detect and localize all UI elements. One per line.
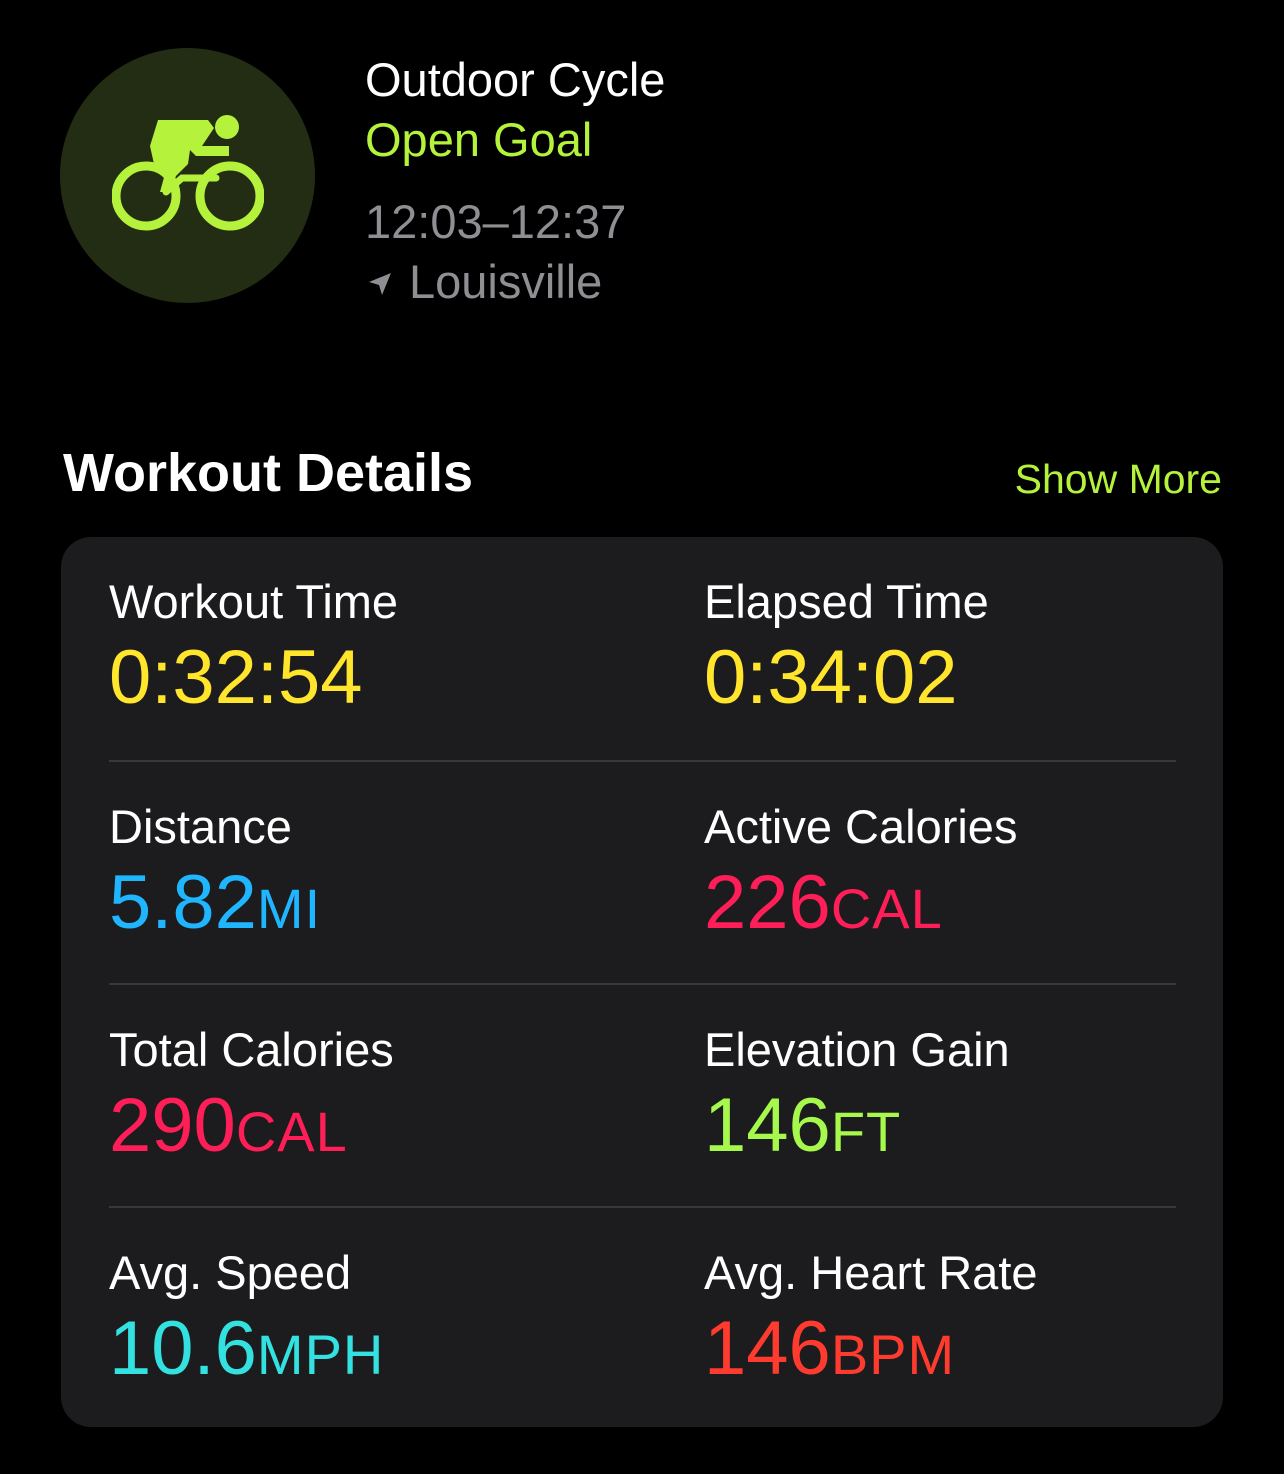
metric-value: 146FT	[704, 1081, 1010, 1177]
metric-label: Workout Time	[109, 575, 399, 628]
activity-badge	[60, 48, 315, 303]
location-row: Louisville	[365, 252, 665, 312]
metric-number: 10.6	[109, 1306, 257, 1391]
metric-number: 5.82	[109, 860, 257, 945]
metric-label: Avg. Heart Rate	[704, 1246, 1038, 1299]
metric-avg-heart-rate: Avg. Heart Rate 146BPM	[704, 1244, 1038, 1400]
metric-number: 226	[704, 860, 831, 945]
location-label: Louisville	[409, 255, 603, 308]
metric-number: 146	[704, 1083, 831, 1168]
metric-value: 5.82MI	[109, 858, 321, 954]
bicycle-rider-icon	[112, 115, 264, 231]
metric-label: Active Calories	[704, 800, 1018, 853]
metric-value: 226CAL	[704, 858, 1017, 954]
metric-label: Total Calories	[109, 1023, 394, 1076]
workout-summary: Outdoor Cycle Open Goal 12:03–12:37 Loui…	[365, 50, 665, 312]
goal-label: Open Goal	[365, 113, 593, 166]
metric-total-calories: Total Calories 290CAL	[109, 1021, 394, 1177]
metric-unit: BPM	[830, 1323, 956, 1386]
metric-elevation-gain: Elevation Gain 146FT	[704, 1021, 1010, 1177]
time-range: 12:03–12:37	[365, 195, 627, 248]
metric-value: 290CAL	[109, 1081, 394, 1177]
workout-name: Outdoor Cycle	[365, 53, 666, 106]
metric-workout-time: Workout Time 0:32:54	[109, 573, 398, 723]
workout-details-card: Workout Time 0:32:54 Elapsed Time 0:34:0…	[61, 537, 1223, 1427]
section-title: Workout Details	[63, 443, 474, 503]
workout-header: Outdoor Cycle Open Goal 12:03–12:37 Loui…	[0, 0, 1284, 360]
metric-elapsed-time: Elapsed Time 0:34:02	[704, 573, 989, 723]
metric-number: 0:34:02	[704, 635, 958, 720]
metric-unit: MI	[256, 877, 322, 940]
metric-row: Workout Time 0:32:54 Elapsed Time 0:34:0…	[109, 537, 1176, 759]
metric-unit: FT	[830, 1100, 902, 1163]
metric-number: 290	[109, 1083, 236, 1168]
metric-active-calories: Active Calories 226CAL	[704, 798, 1017, 954]
metric-row: Total Calories 290CAL Elevation Gain 146…	[109, 983, 1176, 1207]
metric-label: Avg. Speed	[109, 1246, 352, 1299]
metric-label: Elevation Gain	[704, 1023, 1010, 1076]
metric-number: 0:32:54	[109, 635, 363, 720]
metric-row: Avg. Speed 10.6MPH Avg. Heart Rate 146BP…	[109, 1206, 1176, 1430]
metric-unit: MPH	[256, 1323, 385, 1386]
metric-label: Distance	[109, 800, 292, 853]
metric-value: 146BPM	[704, 1304, 1038, 1400]
metric-unit: CAL	[235, 1100, 348, 1163]
metric-unit: CAL	[830, 877, 943, 940]
metric-number: 146	[704, 1306, 831, 1391]
location-arrow-icon	[369, 273, 391, 295]
metric-distance: Distance 5.82MI	[109, 798, 321, 954]
metric-avg-speed: Avg. Speed 10.6MPH	[109, 1244, 384, 1400]
show-more-button[interactable]: Show More	[1015, 452, 1222, 506]
metric-row: Distance 5.82MI Active Calories 226CAL	[109, 760, 1176, 984]
metric-value: 0:34:02	[704, 633, 989, 723]
metric-label: Elapsed Time	[704, 575, 989, 628]
metric-value: 10.6MPH	[109, 1304, 384, 1400]
metric-value: 0:32:54	[109, 633, 398, 723]
